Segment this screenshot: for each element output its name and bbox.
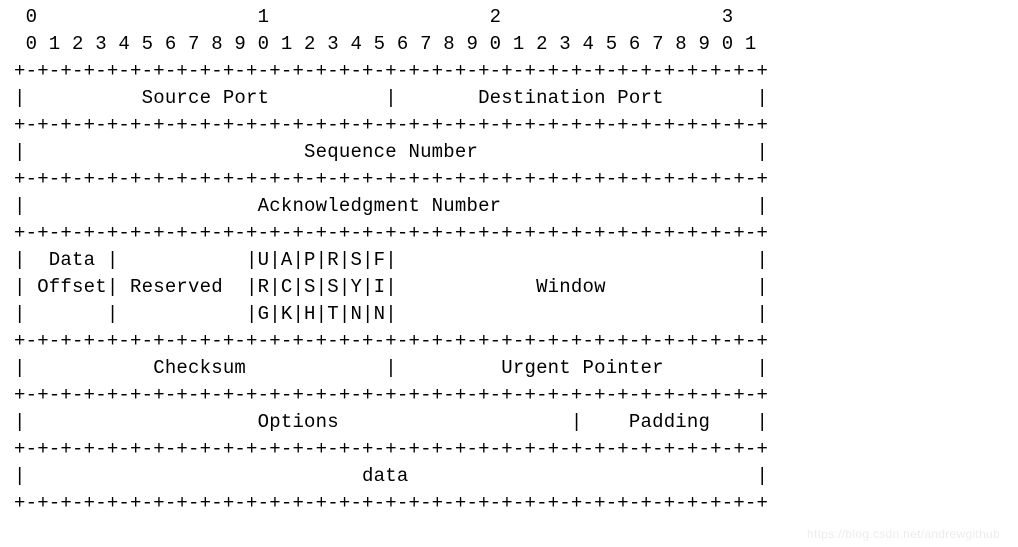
sep-line: +-+-+-+-+-+-+-+-+-+-+-+-+-+-+-+-+-+-+-+-… <box>14 330 768 352</box>
row-checksum-urgent: | Checksum | Urgent Pointer | <box>14 357 768 379</box>
sep-line: +-+-+-+-+-+-+-+-+-+-+-+-+-+-+-+-+-+-+-+-… <box>14 60 768 82</box>
watermark-text: https://blog.csdn.net/andrewgithub <box>807 527 1000 541</box>
row-flags-line-2: | Offset| Reserved |R|C|S|S|Y|I| Window … <box>14 276 768 298</box>
row-sequence-number: | Sequence Number | <box>14 141 768 163</box>
sep-line: +-+-+-+-+-+-+-+-+-+-+-+-+-+-+-+-+-+-+-+-… <box>14 114 768 136</box>
sep-line: +-+-+-+-+-+-+-+-+-+-+-+-+-+-+-+-+-+-+-+-… <box>14 222 768 244</box>
sep-line: +-+-+-+-+-+-+-+-+-+-+-+-+-+-+-+-+-+-+-+-… <box>14 168 768 190</box>
row-flags-line-1: | Data | |U|A|P|R|S|F| | <box>14 249 768 271</box>
sep-line: +-+-+-+-+-+-+-+-+-+-+-+-+-+-+-+-+-+-+-+-… <box>14 438 768 460</box>
row-flags-line-3: | | |G|K|H|T|N|N| | <box>14 303 768 325</box>
row-options-padding: | Options | Padding | <box>14 411 768 433</box>
row-ack-number: | Acknowledgment Number | <box>14 195 768 217</box>
row-data: | data | <box>14 465 768 487</box>
row-ports: | Source Port | Destination Port | <box>14 87 768 109</box>
tcp-header-diagram: 0 1 2 3 0 1 2 3 4 5 6 7 8 9 0 1 2 3 4 5 … <box>0 0 1018 517</box>
sep-line: +-+-+-+-+-+-+-+-+-+-+-+-+-+-+-+-+-+-+-+-… <box>14 384 768 406</box>
bit-ruler-tens: 0 1 2 3 <box>14 6 757 28</box>
bit-ruler-units: 0 1 2 3 4 5 6 7 8 9 0 1 2 3 4 5 6 7 8 9 … <box>14 33 757 55</box>
sep-line: +-+-+-+-+-+-+-+-+-+-+-+-+-+-+-+-+-+-+-+-… <box>14 492 768 514</box>
